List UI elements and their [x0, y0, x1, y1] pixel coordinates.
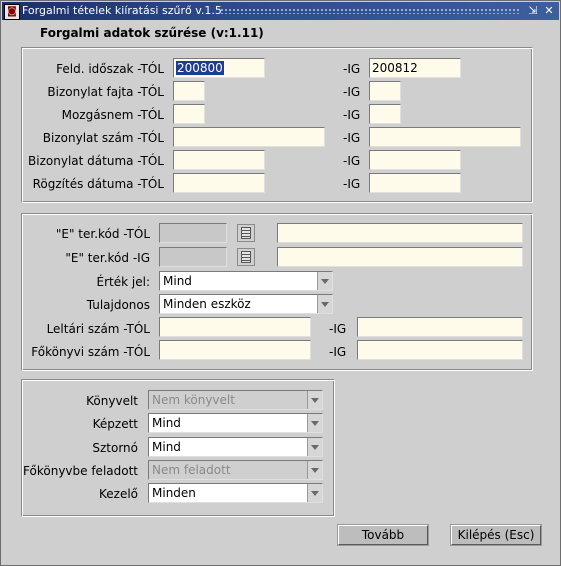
ertek-jel-select[interactable]: Mind [159, 271, 333, 291]
kezelo-label: Kezelő [98, 487, 138, 501]
e-terkod-ig-desc[interactable] [277, 247, 523, 267]
feld-idoszak-from[interactable]: 200800 [173, 58, 265, 78]
chevron-down-icon[interactable] [307, 484, 322, 502]
sztorno-label: Sztornó [92, 441, 138, 455]
fokonyvbe-feladott-select: Nem feladott [148, 460, 323, 480]
fokonyvi-szam-to[interactable] [357, 340, 523, 360]
tulajdonos-select[interactable]: Minden eszköz [159, 294, 333, 314]
konyvelt-select: Nem könyvelt [148, 390, 323, 410]
bizonylat-szam-to[interactable] [369, 127, 521, 147]
bizonylat-datuma-to[interactable] [369, 150, 461, 170]
chevron-down-icon [307, 461, 322, 479]
mozgasnem-to[interactable] [369, 104, 401, 124]
chevron-down-icon[interactable] [307, 438, 322, 456]
rogzites-datuma-to[interactable] [369, 173, 461, 193]
e-terkod-tol-desc[interactable] [277, 223, 523, 243]
restore-icon[interactable]: ⇲ [526, 4, 540, 18]
bizonylat-datuma-from[interactable] [173, 150, 265, 170]
title-grip [220, 8, 520, 14]
fokonyvi-szam-ig-label: -IG [329, 345, 347, 359]
e-terkod-ig-label: "E" ter.kód -IG [65, 251, 150, 265]
leltari-szam-from[interactable] [159, 317, 311, 337]
bizonylat-fajta-ig-label: -IG [343, 85, 361, 99]
title-bar[interactable]: ◙ Forgalmi tételek kiíratási szűrő v.1.5… [2, 2, 559, 20]
ertek-jel-label: Érték jel: [96, 275, 150, 289]
konyvelt-label: Könyvelt [86, 394, 138, 408]
sztorno-select[interactable]: Mind [148, 437, 323, 457]
chevron-down-icon[interactable] [307, 414, 322, 432]
feld-idoszak-ig-label: -IG [343, 62, 361, 76]
filter-window: ◙ Forgalmi tételek kiíratási szűrő v.1.5… [0, 0, 561, 566]
bizonylat-fajta-label: Bizonylat fajta -TÓL [47, 85, 164, 99]
chevron-down-icon[interactable] [317, 295, 332, 313]
e-terkod-ig-lov-icon[interactable] [237, 248, 255, 266]
fokonyvi-szam-from[interactable] [159, 340, 311, 360]
leltari-szam-ig-label: -IG [329, 322, 347, 336]
fokonyvbe-feladott-label: Főkönyvbe feladott [23, 464, 138, 478]
feld-idoszak-label: Feld. időszak -TÓL [56, 62, 164, 76]
rogzites-datuma-from[interactable] [173, 173, 265, 193]
rogzites-datuma-ig-label: -IG [343, 177, 361, 191]
tulajdonos-label: Tulajdonos [86, 298, 150, 312]
window-title: Forgalmi tételek kiíratási szűrő v.1.5 [22, 4, 222, 17]
mozgasnem-from[interactable] [173, 104, 205, 124]
chevron-down-icon [307, 391, 322, 409]
form-header: Forgalmi adatok szűrése (v:1.11) [40, 26, 264, 40]
tovabb-button[interactable]: Tovább [338, 525, 428, 545]
bizonylat-fajta-to[interactable] [369, 81, 401, 101]
bizonylat-datuma-label: Bizonylat dátuma -TÓL [28, 154, 164, 168]
bizonylat-szam-label: Bizonylat szám -TÓL [42, 131, 164, 145]
e-terkod-tol-lov-icon[interactable] [237, 224, 255, 242]
kepzett-label: Képzett [92, 417, 138, 431]
rogzites-datuma-label: Rögzítés dátuma -TÓL [32, 177, 164, 191]
kepzett-select[interactable]: Mind [148, 413, 323, 433]
mozgasnem-ig-label: -IG [343, 108, 361, 122]
e-terkod-tol-label: "E" ter.kód -TÓL [55, 227, 150, 241]
e-terkod-tol-code[interactable] [159, 223, 227, 243]
bizonylat-fajta-from[interactable] [173, 81, 205, 101]
chevron-down-icon[interactable] [317, 272, 332, 290]
bizonylat-szam-from[interactable] [173, 127, 325, 147]
bizonylat-szam-ig-label: -IG [343, 131, 361, 145]
kilepes-button[interactable]: Kilépés (Esc) [451, 525, 541, 545]
close-icon[interactable]: ✕ [542, 4, 556, 18]
bizonylat-datuma-ig-label: -IG [343, 154, 361, 168]
feld-idoszak-to[interactable]: 200812 [369, 58, 461, 78]
kezelo-select[interactable]: Minden [148, 483, 323, 503]
fokonyvi-szam-label: Főkönyvi szám -TÓL [31, 345, 150, 359]
leltari-szam-label: Leltári szám -TÓL [46, 322, 150, 336]
mozgasnem-label: Mozgásnem -TÓL [61, 108, 164, 122]
app-icon: ◙ [4, 4, 20, 20]
leltari-szam-to[interactable] [357, 317, 523, 337]
e-terkod-ig-code[interactable] [159, 247, 227, 267]
